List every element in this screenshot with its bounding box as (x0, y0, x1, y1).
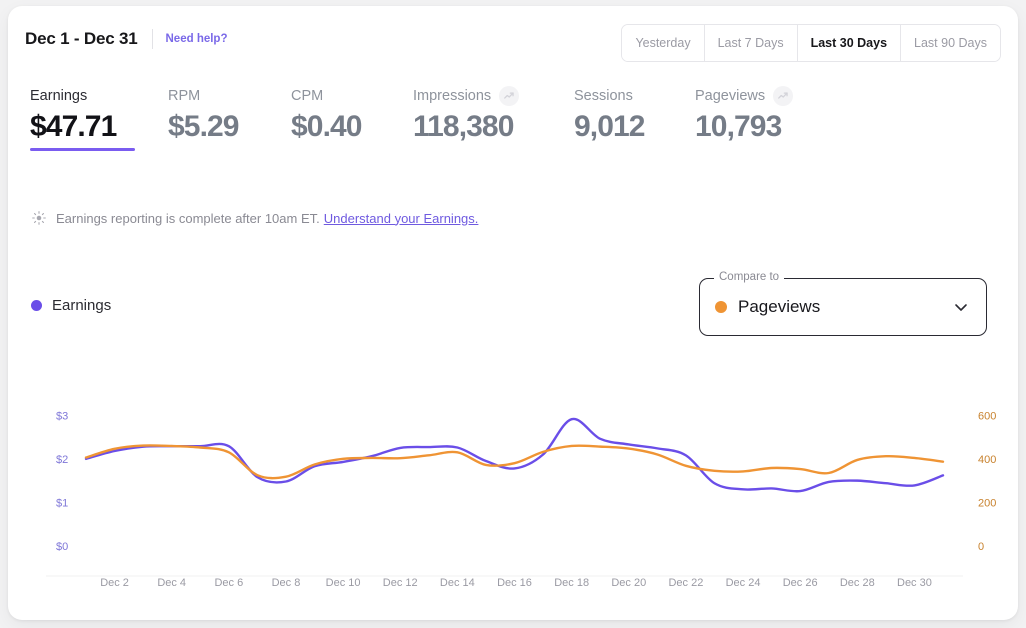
notice-text: Earnings reporting is complete after 10a… (56, 210, 320, 226)
y-axis-left-tick: $3 (56, 410, 68, 422)
metric-label-row: CPM (291, 86, 413, 106)
y-axis-right-tick: 600 (978, 410, 996, 422)
y-axis-right-tick: 400 (978, 454, 996, 466)
compare-selected-value: Pageviews (738, 297, 821, 316)
trend-up-icon (499, 86, 520, 106)
metric-value-sessions: 9,012 (574, 110, 645, 143)
x-axis-tick: Dec 16 (497, 577, 532, 589)
need-help-link[interactable]: Need help? (166, 33, 228, 45)
x-axis-tick: Dec 8 (272, 577, 301, 589)
metric-earnings[interactable]: Earnings $47.71 (30, 86, 168, 151)
chart-line-pageviews (84, 444, 945, 480)
metric-value-pageviews: 10,793 (695, 110, 782, 143)
metric-label-row: Pageviews (695, 86, 835, 106)
metric-active-underline (30, 148, 135, 151)
metric-label-earnings: Earnings (30, 88, 88, 104)
metric-value-rpm: $5.29 (168, 110, 239, 143)
metric-label-row: Earnings (30, 86, 168, 106)
chart-line-earnings (84, 417, 945, 493)
metric-label-sessions: Sessions (574, 88, 633, 104)
legend-dot-icon (31, 300, 42, 311)
metric-rpm[interactable]: RPM $5.29 (168, 86, 291, 146)
y-axis-right-tick: 0 (978, 541, 984, 553)
y-axis-right-tick: 200 (978, 497, 996, 509)
chart-svg: $3 $2 $1 $0 600 400 200 0 Dec 2 Dec 4 Dec 6 Dec 8 De… (46, 410, 996, 589)
x-axis-tick: Dec 2 (100, 577, 129, 589)
x-axis-tick: Dec 28 (840, 577, 875, 589)
x-axis-tick: Dec 30 (897, 577, 932, 589)
earnings-vs-pageviews-chart: $3 $2 $1 $0 600 400 200 0 Dec 2 Dec 4 Dec 6 Dec 8 De… (8, 376, 1018, 606)
metric-sessions[interactable]: Sessions 9,012 (574, 86, 695, 146)
x-axis-tick: Dec 18 (554, 577, 589, 589)
metric-value-impressions: 118,380 (413, 110, 514, 143)
x-axis-tick: Dec 22 (668, 577, 703, 589)
compare-dot-icon (715, 301, 727, 313)
date-range-tabs: Yesterday Last 7 Days Last 30 Days Last 90 … (621, 24, 1001, 62)
chart-legend-earnings: Earnings (31, 297, 111, 314)
earnings-notice: Earnings reporting is complete after 10a… (32, 209, 478, 227)
range-tab-yesterday[interactable]: Yesterday (622, 25, 704, 61)
x-axis-tick: Dec 10 (326, 577, 361, 589)
trend-up-icon (773, 86, 794, 106)
y-axis-left-tick: $0 (56, 541, 68, 553)
metric-label-pageviews: Pageviews (695, 88, 766, 104)
range-tab-last-7-days[interactable]: Last 7 Days (703, 25, 797, 61)
metric-value-cpm: $0.40 (291, 110, 362, 143)
metric-label-row: Sessions (574, 86, 695, 106)
range-tab-last-30-days[interactable]: Last 30 Days (796, 25, 901, 61)
x-axis-tick: Dec 20 (611, 577, 646, 589)
metric-pageviews[interactable]: Pageviews 10,793 (695, 86, 835, 146)
range-tab-last-90-days[interactable]: Last 90 Days (900, 25, 1000, 61)
metric-label-row: RPM (168, 86, 291, 106)
compare-value-row: Pageviews (715, 279, 820, 335)
metric-label-cpm: CPM (291, 88, 324, 104)
understand-earnings-link[interactable]: Understand your Earnings. (324, 211, 479, 226)
metric-label-rpm: RPM (168, 88, 201, 104)
metric-impressions[interactable]: Impressions 118,380 (413, 86, 574, 146)
compare-to-select[interactable]: Compare to Pageviews (699, 271, 987, 336)
chevron-down-icon[interactable] (953, 299, 969, 315)
x-axis-tick: Dec 12 (383, 577, 418, 589)
metric-label-impressions: Impressions (413, 88, 492, 104)
page-title: Dec 1 - Dec 31 (25, 29, 138, 48)
y-axis-left-tick: $1 (56, 497, 68, 509)
x-axis-tick: Dec 14 (440, 577, 475, 589)
metric-value-earnings: $47.71 (30, 110, 117, 143)
metric-label-row: Impressions (413, 86, 574, 106)
x-axis-tick: Dec 24 (726, 577, 761, 589)
x-axis-tick: Dec 4 (157, 577, 186, 589)
y-axis-left-tick: $2 (56, 454, 68, 466)
legend-label: Earnings (52, 297, 112, 314)
title-divider (151, 29, 153, 49)
header: Dec 1 - Dec 31 Need help? Yesterday Last … (8, 6, 1018, 68)
metrics-row: Earnings $47.71 RPM $5.29 CPM $0.40 Impression… (30, 86, 835, 151)
x-axis-tick: Dec 26 (783, 577, 818, 589)
sun-icon (32, 211, 46, 225)
title-group: Dec 1 - Dec 31 Need help? (25, 26, 227, 52)
metric-cpm[interactable]: CPM $0.40 (291, 86, 413, 146)
earnings-dashboard-card: Dec 1 - Dec 31 Need help? Yesterday Last … (8, 6, 1018, 620)
x-axis-tick: Dec 6 (214, 577, 243, 589)
